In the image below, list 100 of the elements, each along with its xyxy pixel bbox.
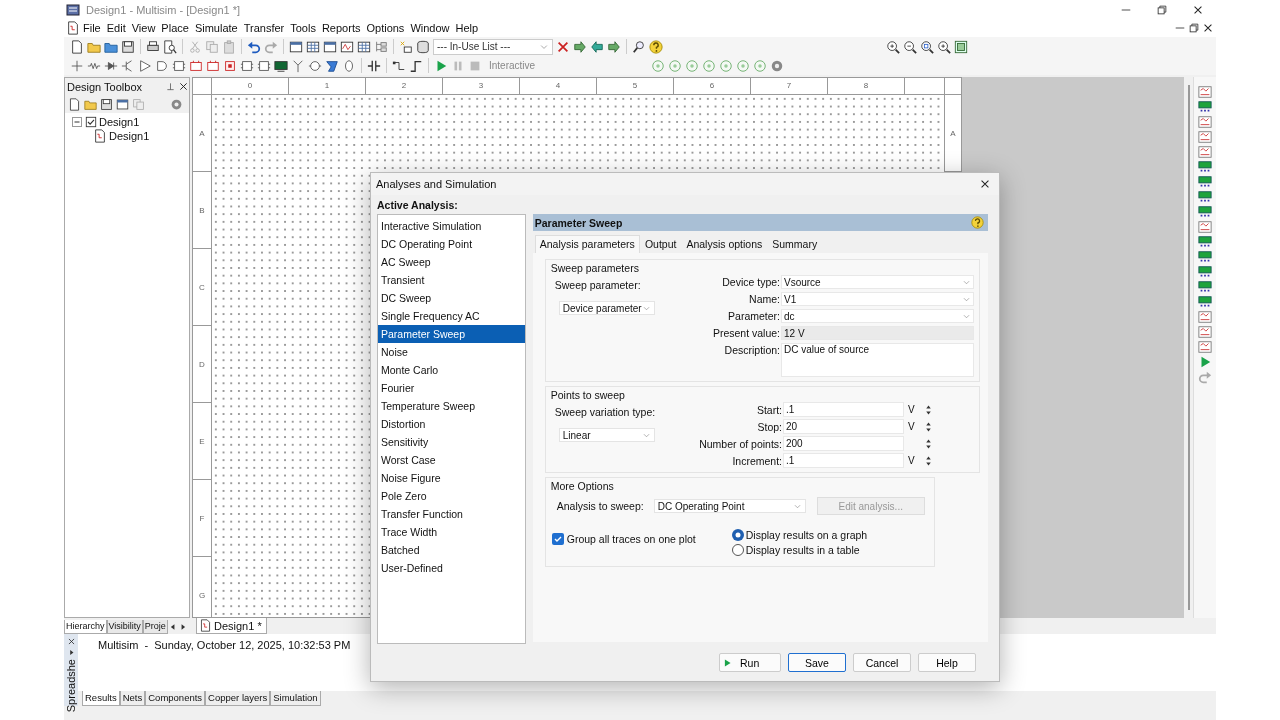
help-icon[interactable]: [971, 216, 984, 229]
menu-item[interactable]: View: [128, 22, 159, 34]
dropdown[interactable]: Device parameter: [558, 301, 655, 315]
menu-item[interactable]: Transfer: [240, 22, 288, 34]
arrow-right-icon[interactable]: [607, 39, 621, 54]
panel-tab[interactable]: Visibility: [106, 620, 143, 634]
text-area[interactable]: DC value of source: [781, 343, 974, 377]
analysis-item[interactable]: Batched: [378, 541, 525, 559]
analysis-item[interactable]: Fourier: [378, 379, 525, 397]
tab[interactable]: Output: [639, 235, 682, 253]
dialog-button[interactable]: Cancel: [853, 653, 911, 672]
analysis-item[interactable]: Interactive Simulation: [378, 217, 525, 235]
chip-icon[interactable]: [172, 58, 186, 73]
new-file-icon[interactable]: [70, 39, 84, 54]
graph-icon[interactable]: [340, 39, 354, 54]
gate-icon[interactable]: [155, 58, 169, 73]
analysis-item[interactable]: Noise: [378, 343, 525, 361]
tab[interactable]: Results: [82, 691, 120, 706]
menu-item[interactable]: Reports: [318, 22, 364, 34]
analysis-item[interactable]: Transient: [378, 271, 525, 289]
zoom-in-icon[interactable]: [886, 39, 900, 54]
input-field[interactable]: .1: [783, 402, 904, 417]
analysis-item[interactable]: Pole Zero: [378, 487, 525, 505]
help-icon[interactable]: [649, 39, 663, 54]
analysis-item[interactable]: Parameter Sweep: [378, 325, 525, 343]
in-use-list-dropdown[interactable]: --- In-Use List ---: [433, 38, 553, 55]
opamp-icon[interactable]: [138, 58, 152, 73]
cross-mark-icon[interactable]: [556, 39, 570, 54]
document-icon[interactable]: [66, 21, 80, 35]
zoom-area-icon[interactable]: [920, 39, 934, 54]
menu-item[interactable]: Help: [452, 22, 482, 34]
window-icon[interactable]: [323, 39, 337, 54]
input-field[interactable]: 200: [783, 436, 904, 451]
tab[interactable]: Copper layers: [205, 691, 271, 706]
zoom-out-icon[interactable]: [903, 39, 917, 54]
chip-icon[interactable]: [223, 58, 237, 73]
tab[interactable]: Analysis options: [681, 235, 768, 253]
gear-icon[interactable]: [170, 97, 183, 111]
analysis-item[interactable]: User-Defined: [378, 559, 525, 577]
analysis-item[interactable]: DC Sweep: [378, 289, 525, 307]
monitor-icon[interactable]: [274, 58, 288, 73]
chip-icon[interactable]: [257, 58, 271, 73]
menu-item[interactable]: Tools: [287, 22, 319, 34]
close-icon[interactable]: [979, 178, 991, 190]
run-button[interactable]: Run: [719, 653, 781, 672]
battery-icon[interactable]: [189, 58, 203, 73]
close-icon[interactable]: [178, 81, 189, 92]
panel-tab[interactable]: Proje: [142, 620, 168, 634]
new-file-icon[interactable]: [68, 97, 81, 111]
full-screen-icon[interactable]: [954, 39, 968, 54]
menu-item[interactable]: Simulate: [191, 22, 241, 34]
analysis-item[interactable]: Sensitivity: [378, 433, 525, 451]
restore-icon[interactable]: [1188, 22, 1200, 34]
motor-icon[interactable]: [308, 58, 322, 73]
battery-icon[interactable]: [206, 58, 220, 73]
analysis-item[interactable]: Trace Width: [378, 523, 525, 541]
arrow-right-icon[interactable]: [573, 39, 587, 54]
analysis-item[interactable]: Transfer Function: [378, 505, 525, 523]
analysis-item[interactable]: AC Sweep: [378, 253, 525, 271]
maximize-icon[interactable]: [1156, 3, 1168, 16]
tab[interactable]: Summary: [767, 235, 823, 253]
dropdown[interactable]: Linear: [558, 428, 655, 442]
menu-item[interactable]: Place: [158, 22, 192, 34]
antenna-icon[interactable]: [291, 58, 305, 73]
dropdown[interactable]: Vsource: [781, 275, 974, 289]
dialog-button[interactable]: Help: [918, 653, 976, 672]
tree-item[interactable]: Design1: [109, 130, 150, 142]
save-icon[interactable]: [121, 39, 135, 54]
analysis-item[interactable]: Temperature Sweep: [378, 397, 525, 415]
spreadsheet-icon[interactable]: [357, 39, 371, 54]
menu-item[interactable]: Options: [363, 22, 408, 34]
database-icon[interactable]: [416, 39, 430, 54]
save-icon[interactable]: [100, 97, 113, 111]
dialog-button[interactable]: Save: [788, 653, 846, 672]
analysis-item[interactable]: Worst Case: [378, 451, 525, 469]
analysis-item[interactable]: Distortion: [378, 415, 525, 433]
checkbox[interactable]: [551, 533, 564, 545]
radio-button[interactable]: [731, 529, 744, 541]
menu-item[interactable]: File: [80, 22, 104, 34]
menu-item[interactable]: Edit: [103, 22, 129, 34]
tab[interactable]: Nets: [119, 691, 146, 706]
arrow-left-icon[interactable]: [590, 39, 604, 54]
print-icon[interactable]: [146, 39, 160, 54]
tab[interactable]: Analysis parameters: [534, 235, 640, 253]
window-icon[interactable]: [116, 97, 129, 111]
chip-icon[interactable]: [240, 58, 254, 73]
tree-item[interactable]: Design1: [99, 116, 140, 128]
schematic-icon[interactable]: [93, 129, 107, 143]
sparkle-icon[interactable]: [399, 39, 413, 54]
tab[interactable]: Components: [145, 691, 206, 706]
dropdown[interactable]: DC Operating Point: [653, 499, 806, 513]
menu-item[interactable]: Window: [407, 22, 453, 34]
spreadsheet-icon[interactable]: [306, 39, 320, 54]
capacitor-icon[interactable]: [367, 58, 381, 73]
dropdown[interactable]: dc: [781, 309, 974, 323]
document-tab[interactable]: Design1 *: [196, 618, 267, 634]
coil-icon[interactable]: [342, 58, 356, 73]
undo-icon[interactable]: [247, 39, 261, 54]
tab[interactable]: Simulation: [270, 691, 321, 706]
transistor-icon[interactable]: [121, 58, 135, 73]
